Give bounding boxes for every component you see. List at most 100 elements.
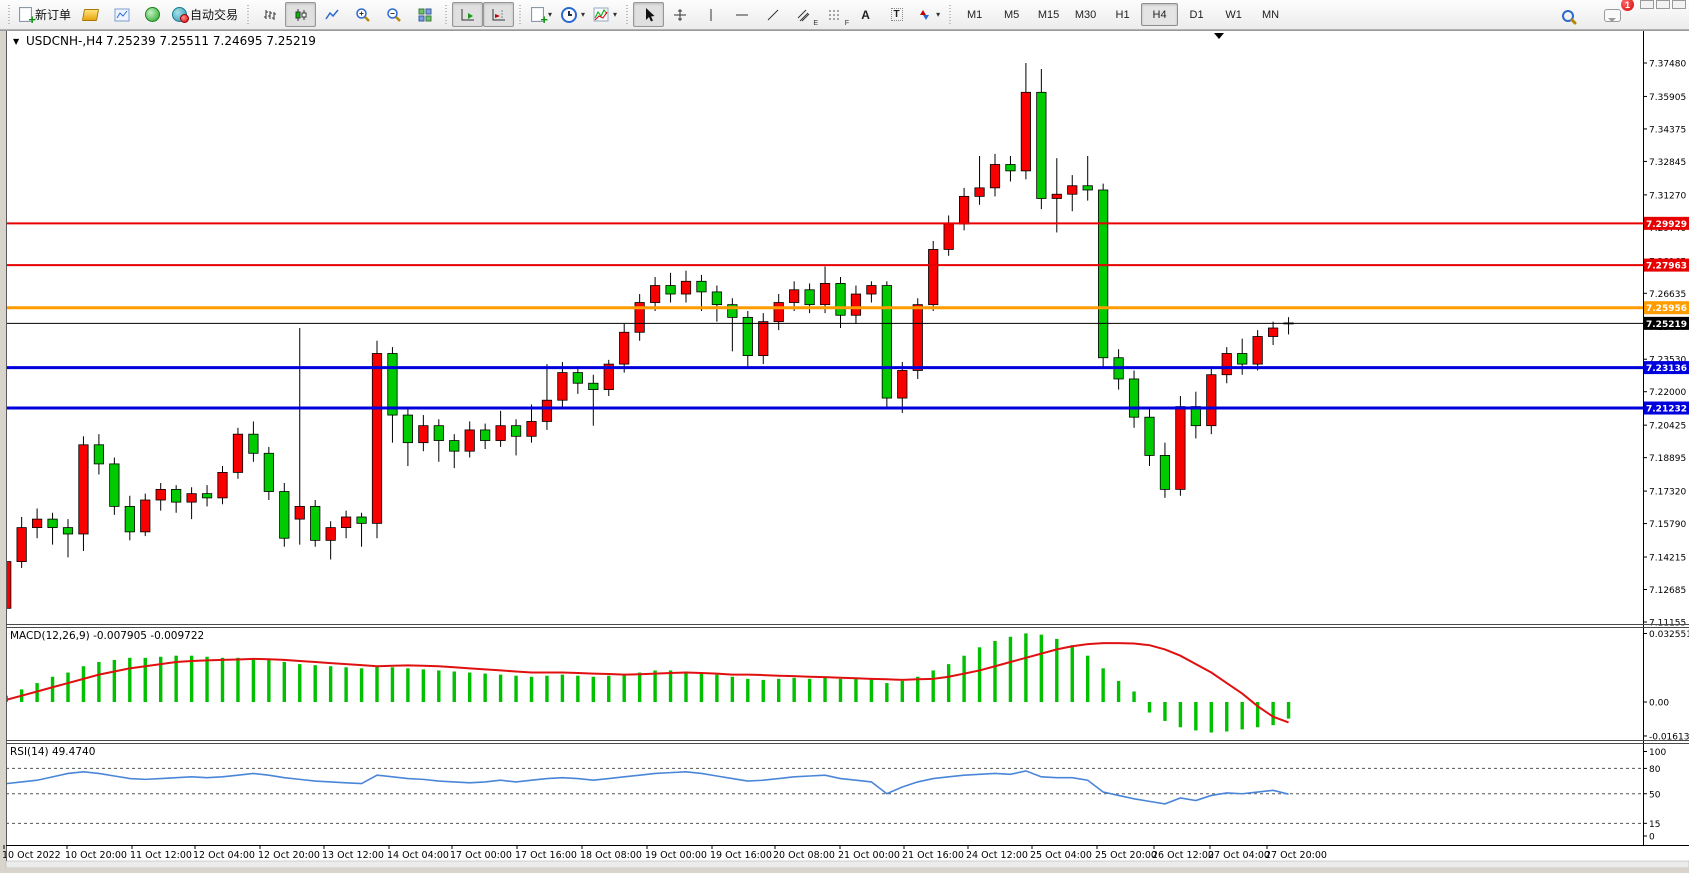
fibonacci-icon (827, 7, 843, 23)
market-watch-button[interactable] (75, 2, 106, 27)
notifications-icon (1604, 9, 1621, 22)
zoom-out-button[interactable] (378, 2, 409, 27)
search-button[interactable] (1552, 3, 1583, 28)
cursor-button[interactable] (633, 2, 664, 27)
text-button[interactable]: A (850, 2, 881, 27)
svg-text:0: 0 (1649, 833, 1655, 843)
bottom-strip (6, 861, 1689, 868)
new-chart-button[interactable]: +▾ (526, 2, 557, 27)
price-chart-svg[interactable]: 7.374807.359057.343757.328457.312707.297… (0, 0, 1689, 868)
signals-button[interactable] (137, 2, 168, 27)
restore-button[interactable] (1656, 0, 1670, 9)
rsi-label: RSI(14) 49.4740 (10, 746, 95, 758)
svg-text:7.29929: 7.29929 (1646, 220, 1687, 230)
trendline-button[interactable] (757, 2, 788, 27)
svg-text:7.21232: 7.21232 (1646, 405, 1687, 415)
label-icon: T (891, 8, 903, 21)
zoom-out-icon (386, 7, 402, 23)
auto-trading-button[interactable]: 自动交易 (168, 2, 242, 27)
chart-shift-icon (491, 7, 507, 23)
candlestick-icon (293, 7, 309, 23)
svg-text:7.22000: 7.22000 (1649, 388, 1686, 398)
vertical-line-button[interactable] (695, 2, 726, 27)
chart-shift-button[interactable] (483, 2, 514, 27)
svg-text:18 Oct 08:00: 18 Oct 08:00 (580, 850, 642, 861)
svg-text:10 Oct 20:00: 10 Oct 20:00 (65, 850, 127, 861)
svg-text:7.32845: 7.32845 (1649, 158, 1686, 168)
svg-text:50: 50 (1649, 790, 1661, 800)
notifications-button[interactable]: 1 (1597, 3, 1628, 28)
toolbar-grip (445, 5, 447, 25)
svg-text:27 Oct 20:00: 27 Oct 20:00 (1265, 850, 1327, 861)
chevron-down-icon: ▾ (548, 10, 552, 19)
bar-chart-button[interactable] (254, 2, 285, 27)
text-icon: A (861, 8, 870, 22)
timeframe-m1-button[interactable]: M1 (956, 3, 993, 26)
svg-text:25 Oct 20:00: 25 Oct 20:00 (1095, 850, 1157, 861)
timeframe-m15-button[interactable]: M15 (1030, 3, 1067, 26)
search-icon (1562, 10, 1574, 22)
notification-badge: 1 (1621, 0, 1634, 11)
indicators-button[interactable]: ▾ (589, 2, 621, 27)
chevron-down-icon: ▾ (936, 10, 940, 19)
toolbar: + 新订单 自动交易 +▾ ▾ ▾ (0, 0, 1689, 30)
svg-text:0.00: 0.00 (1649, 699, 1669, 709)
chart-window-icon (114, 8, 130, 22)
toolbar-grip (626, 5, 628, 25)
horizontal-line-button[interactable] (726, 2, 757, 27)
crosshair-button[interactable] (664, 2, 695, 27)
svg-text:7.15790: 7.15790 (1649, 520, 1686, 530)
tile-windows-button[interactable] (409, 2, 440, 27)
svg-text:7.18895: 7.18895 (1649, 454, 1686, 464)
minimize-button[interactable] (1640, 0, 1654, 9)
svg-text:19 Oct 16:00: 19 Oct 16:00 (710, 850, 772, 861)
svg-text:7.31270: 7.31270 (1649, 191, 1686, 201)
chevron-down-icon: ▾ (613, 10, 617, 19)
svg-text:12 Oct 04:00: 12 Oct 04:00 (193, 850, 255, 861)
line-chart-button[interactable] (316, 2, 347, 27)
svg-text:7.14215: 7.14215 (1649, 554, 1686, 564)
svg-text:20 Oct 08:00: 20 Oct 08:00 (773, 850, 835, 861)
auto-scroll-button[interactable] (452, 2, 483, 27)
auto-scroll-icon (460, 7, 476, 23)
arrows-button[interactable]: ▾ (912, 2, 944, 27)
svg-text:7.35905: 7.35905 (1649, 93, 1686, 103)
close-button[interactable] (1672, 0, 1686, 9)
timeframe-m5-button[interactable]: M5 (993, 3, 1030, 26)
chart-window-button[interactable] (106, 2, 137, 27)
timeframe-d1-button[interactable]: D1 (1178, 3, 1215, 26)
channel-button[interactable]: E (788, 2, 819, 27)
chart-ohlc: 7.25239 7.25511 7.24695 7.25219 (106, 34, 316, 48)
svg-text:17 Oct 16:00: 17 Oct 16:00 (515, 850, 577, 861)
svg-text:10 Oct 2022: 10 Oct 2022 (2, 850, 61, 861)
toolbar-grip (247, 5, 249, 25)
vertical-line-icon (703, 7, 719, 23)
timeframe-w1-button[interactable]: W1 (1215, 3, 1252, 26)
period-button[interactable]: ▾ (557, 2, 589, 27)
svg-text:17 Oct 00:00: 17 Oct 00:00 (450, 850, 512, 861)
timeframe-h4-button[interactable]: H4 (1141, 3, 1178, 26)
chevron-down-icon: ▾ (581, 10, 585, 19)
label-button[interactable]: T (881, 2, 912, 27)
new-order-icon: + (19, 7, 32, 22)
title-collapse-icon[interactable]: ▼ (13, 37, 20, 46)
channel-icon (796, 7, 812, 23)
zoom-in-button[interactable] (347, 2, 378, 27)
timeframe-h1-button[interactable]: H1 (1104, 3, 1141, 26)
new-chart-icon: + (531, 7, 544, 22)
svg-text:12 Oct 20:00: 12 Oct 20:00 (258, 850, 320, 861)
svg-text:100: 100 (1649, 748, 1666, 758)
timeframe-mn-button[interactable]: MN (1252, 3, 1289, 26)
horizontal-line-icon (734, 7, 750, 23)
line-chart-icon (324, 7, 340, 23)
fibonacci-button[interactable]: F (819, 2, 850, 27)
svg-text:7.27963: 7.27963 (1646, 262, 1687, 272)
toolbar-grip (519, 5, 521, 25)
cursor-icon (641, 7, 657, 23)
chart-canvas[interactable]: 7.374807.359057.343757.328457.312707.297… (0, 0, 1689, 868)
new-order-button[interactable]: + 新订单 (15, 2, 75, 27)
timeframe-m30-button[interactable]: M30 (1067, 3, 1104, 26)
svg-text:15: 15 (1649, 820, 1660, 830)
candlestick-button[interactable] (285, 2, 316, 27)
svg-text:80: 80 (1649, 765, 1661, 775)
